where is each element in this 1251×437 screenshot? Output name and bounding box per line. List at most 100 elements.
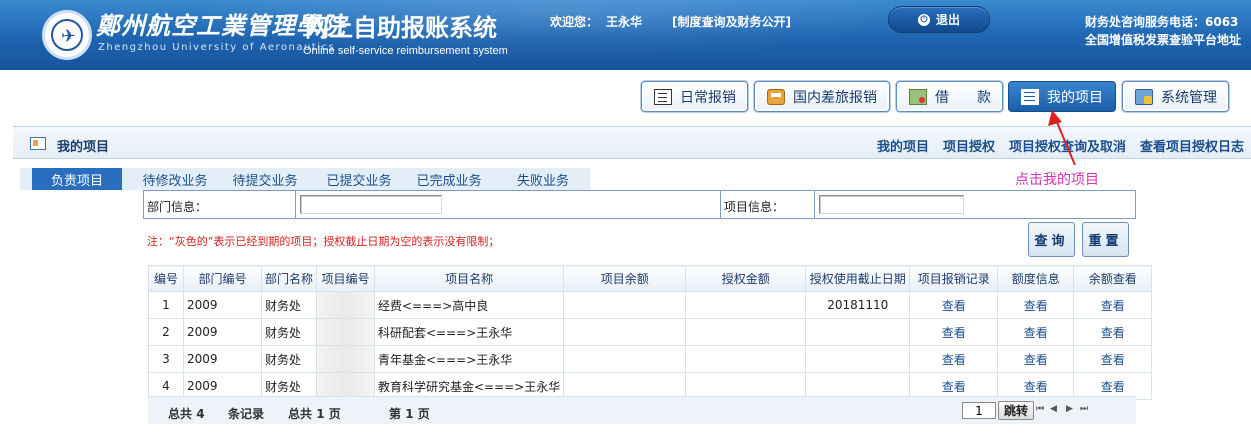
col-header: 部门名称 [261,265,317,292]
cell-balance [563,291,687,319]
cell-proj-name: 青年基金<===>王永华 [373,345,565,373]
cell-deadline: 20181110 [805,291,911,319]
view-quota-link[interactable]: 查看 [997,345,1075,373]
jump-button[interactable]: 跳转 [998,401,1034,420]
view-balance-link[interactable]: 查看 [1073,318,1153,346]
tab-responsible-projects[interactable]: 负责项目 [32,168,122,190]
cell-auth-amount [685,345,807,373]
filter-divider [720,191,721,218]
cell-proj-name: 经费<===>高中良 [373,291,565,319]
link-my-projects[interactable]: 我的项目 [877,136,929,155]
cell-dept-name: 财务处 [261,291,317,319]
project-input[interactable] [819,195,964,214]
tab-failed[interactable]: 失败业务 [498,168,588,190]
policy-link[interactable]: [制度查询及财务公开] [672,13,791,30]
current-unit: 页 [417,407,430,421]
power-icon: ⏻ [917,13,930,26]
records-unit: 条记录 [228,407,265,421]
cell-no: 2 [148,318,184,346]
nav-label: 系统管理 [1161,89,1217,106]
cell-proj-no-redacted [316,345,375,373]
tab-pending-modify[interactable]: 待修改业务 [130,168,220,190]
panel-title: 我的项目 [57,140,110,155]
total-records-value: 4 [196,407,205,421]
nav-daily-reimburse[interactable]: 日常报销 [641,81,748,112]
plane-icon: ✈ [61,26,77,47]
link-project-auth[interactable]: 项目授权 [943,136,995,155]
col-header: 额度信息 [997,265,1075,292]
col-header: 余额查看 [1073,265,1153,292]
col-header: 部门编号 [183,265,262,292]
logout-label: 退出 [935,13,960,27]
cell-deadline [805,345,911,373]
cell-balance [563,318,687,346]
first-page-icon[interactable]: ⏮ [1036,404,1044,414]
panel-icon [30,137,46,150]
nav-travel-reimburse[interactable]: 国内差旅报销 [754,81,890,112]
system-title-en: Online self-service reimbursement system [303,45,508,57]
total-label: 总共 [168,407,193,421]
view-record-link[interactable]: 查看 [909,318,999,346]
total-pages-label: 总共 [288,407,313,421]
nav-loan[interactable]: 借 款 [896,81,1003,112]
welcome-text: 欢迎您： 王永华 [550,13,642,30]
nav-label: 国内差旅报销 [793,89,877,106]
total-records: 总共 4 [168,405,205,422]
cell-auth-amount [685,291,807,319]
table-row: 2 2009 财务处 科研配套<===>王永华 查看 查看 查看 [148,318,1153,346]
school-logo-icon: ✈ [42,10,92,60]
view-quota-link[interactable]: 查看 [997,318,1075,346]
system-title-cn: 网上自助报账系统 [305,15,497,42]
page-number-input[interactable] [962,402,996,419]
current-label: 第 [389,407,402,421]
total-pages-value: 1 [316,407,325,421]
top-banner: ✈ 鄭州航空工業管理學院 Zhengzhou University of Aer… [0,0,1251,70]
cell-balance [563,345,687,373]
logout-button[interactable]: ⏻ 退出 [888,6,990,33]
nav-label: 日常报销 [680,89,736,106]
nav-label: 我的项目 [1047,89,1103,106]
logo-ring: ✈ [51,19,83,51]
view-record-link[interactable]: 查看 [909,291,999,319]
nav-system-admin[interactable]: 系统管理 [1122,81,1229,112]
tab-pending-submit[interactable]: 待提交业务 [220,168,310,190]
table-row: 1 2009 财务处 经费<===>高中良 20181110 查看 查看 查看 [148,291,1153,319]
tab-completed[interactable]: 已完成业务 [404,168,494,190]
link-auth-log[interactable]: 查看项目授权日志 [1140,136,1244,155]
document-icon [654,88,672,105]
note-text: 注：“灰色的”表示已经到期的项目；授权截止日期为空的表示没有限制； [147,235,500,248]
current-page-value: 1 [405,407,414,421]
col-header: 授权金额 [685,265,807,292]
projects-table: 编号 部门编号 部门名称 项目编号 项目名称 项目余额 授权金额 授权使用截止日… [148,265,1153,400]
reset-button[interactable]: 重置 [1082,222,1129,257]
view-balance-link[interactable]: 查看 [1073,345,1153,373]
view-quota-link[interactable]: 查看 [997,291,1075,319]
cell-proj-no-redacted [316,318,375,346]
filter-divider [814,191,815,218]
pages-unit: 页 [328,407,341,421]
filter-divider [295,191,296,218]
cell-deadline [805,318,911,346]
dept-input[interactable] [300,195,442,214]
cell-dept-no: 2009 [183,345,262,373]
prev-page-icon[interactable]: ◀ [1050,404,1057,414]
cell-proj-no-redacted [316,291,375,319]
annotation-text: 点击我的项目 [1015,172,1099,188]
query-button[interactable]: 查询 [1028,222,1075,257]
tab-submitted[interactable]: 已提交业务 [314,168,404,190]
next-page-icon[interactable]: ▶ [1066,404,1073,414]
cell-no: 1 [148,291,184,319]
table-row: 3 2009 财务处 青年基金<===>王永华 查看 查看 查看 [148,345,1153,373]
welcome-label: 欢迎您： [550,15,599,29]
col-header: 项目名称 [373,265,565,292]
cell-auth-amount [685,318,807,346]
system-icon [1135,88,1153,105]
filter-bar: 部门信息： 项目信息： [143,190,1136,219]
view-balance-link[interactable]: 查看 [1073,291,1153,319]
table-header-row: 编号 部门编号 部门名称 项目编号 项目名称 项目余额 授权金额 授权使用截止日… [148,265,1153,292]
cell-proj-name: 科研配套<===>王永华 [373,318,565,346]
view-record-link[interactable]: 查看 [909,345,999,373]
vat-check-link[interactable]: 全国增值税发票查验平台地址 [1085,31,1241,48]
hotline-text: 财务处咨询服务电话：6063 [1085,15,1239,29]
last-page-icon[interactable]: ⏭ [1080,404,1088,414]
